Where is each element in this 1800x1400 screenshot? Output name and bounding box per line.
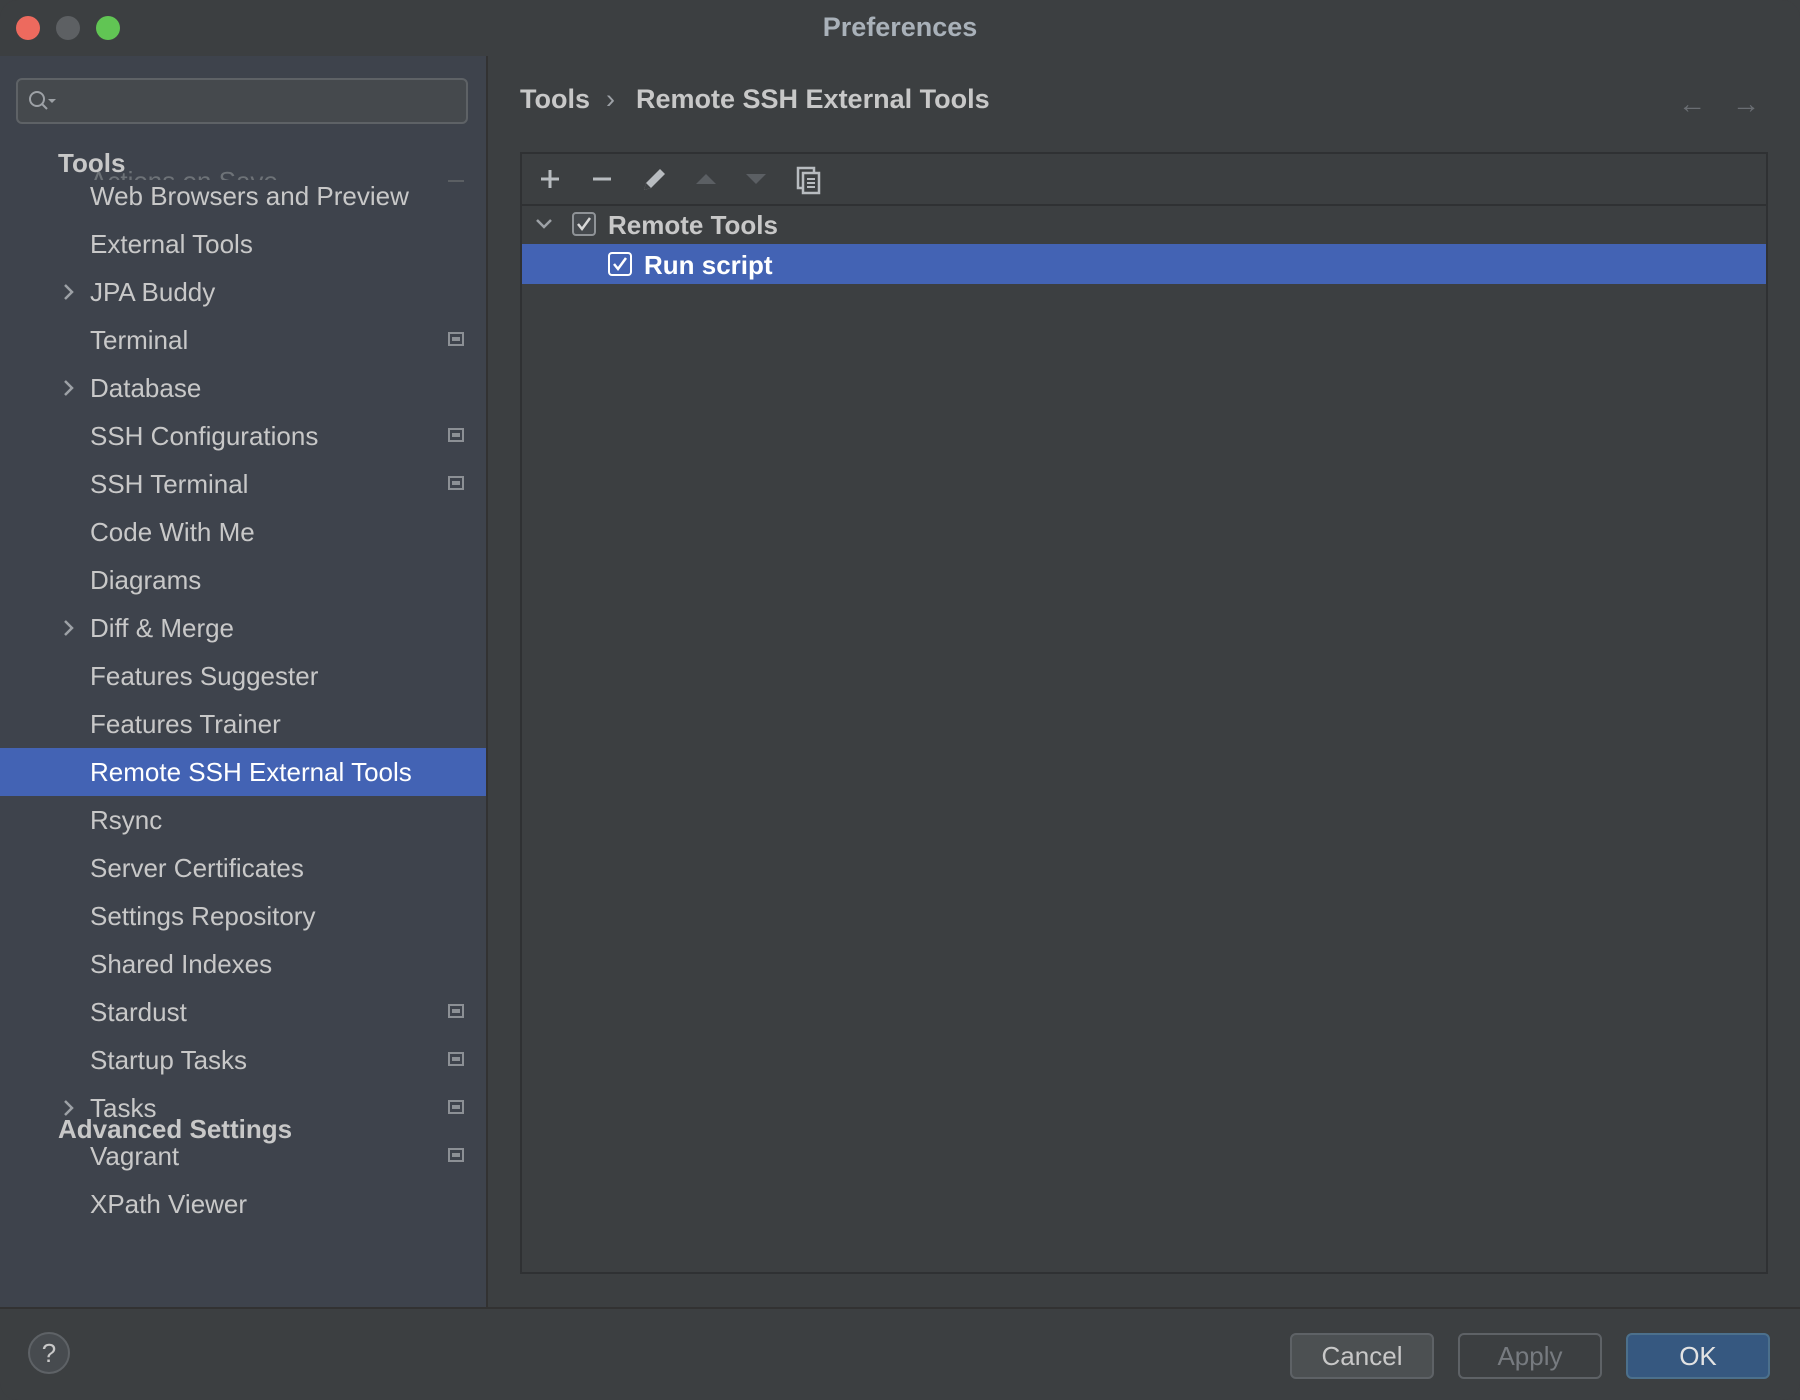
sidebar-item-label: Web Browsers and Preview [90, 181, 409, 212]
project-scope-icon [448, 1052, 464, 1066]
sidebar-item-label: Vagrant [90, 1141, 179, 1172]
tree-group-label: Remote Tools [608, 210, 778, 241]
edit-icon[interactable] [636, 162, 672, 196]
sidebar-item-xpath-viewer[interactable]: XPath Viewer [0, 1180, 486, 1228]
search-icon [28, 90, 58, 114]
chevron-down-icon[interactable] [534, 214, 554, 234]
sidebar-item-label: Rsync [90, 805, 162, 836]
project-scope-icon [448, 332, 464, 346]
add-icon[interactable] [532, 162, 568, 196]
chevron-right-icon[interactable] [58, 618, 78, 638]
sidebar-item-label: Code With Me [90, 517, 255, 548]
sidebar-item-label: Shared Indexes [90, 949, 272, 980]
sidebar-item-diagrams[interactable]: Diagrams [0, 556, 486, 604]
tools-panel: Remote Tools Run script [520, 152, 1768, 1274]
sidebar-item-label: JPA Buddy [90, 277, 215, 308]
project-scope-icon [448, 1004, 464, 1018]
apply-button[interactable]: Apply [1458, 1333, 1602, 1379]
sidebar-item-shared-indexes[interactable]: Shared Indexes [0, 940, 486, 988]
sidebar-item-ssh-configurations[interactable]: SSH Configurations [0, 412, 486, 460]
sidebar-item-code-with-me[interactable]: Code With Me [0, 508, 486, 556]
sidebar-item-terminal[interactable]: Terminal [0, 316, 486, 364]
run-script-checkbox[interactable] [608, 252, 632, 276]
tree-item-label: Run script [644, 250, 773, 281]
sidebar-item-label: Database [90, 373, 201, 404]
sidebar-item-label: Remote SSH External Tools [90, 757, 412, 788]
cancel-button[interactable]: Cancel [1290, 1333, 1434, 1379]
sidebar-item-label: External Tools [90, 229, 253, 260]
sidebar-item-settings-repository[interactable]: Settings Repository [0, 892, 486, 940]
page-title: Remote SSH External Tools [636, 84, 990, 115]
project-scope-icon [448, 476, 464, 490]
sidebar-item-features-suggester[interactable]: Features Suggester [0, 652, 486, 700]
sidebar-item-label: Settings Repository [90, 901, 315, 932]
settings-sidebar: Actions on Save Tools Web Browsers and P… [0, 56, 488, 1307]
sidebar-item-label: Diagrams [90, 565, 201, 596]
sidebar-item-external-tools[interactable]: External Tools [0, 220, 486, 268]
tree-item-run-script[interactable]: Run script [522, 244, 1766, 284]
sidebar-item-ssh-terminal[interactable]: SSH Terminal [0, 460, 486, 508]
tools-toolbar [522, 154, 1766, 206]
dialog-footer: ? Cancel Apply OK [0, 1307, 1800, 1400]
back-arrow-icon[interactable]: ← [1678, 88, 1706, 120]
sidebar-item-label: Stardust [90, 997, 187, 1028]
sidebar-item-label: Startup Tasks [90, 1045, 247, 1076]
breadcrumb-parent[interactable]: Tools [520, 84, 590, 115]
project-scope-icon [448, 1100, 464, 1114]
project-scope-icon [448, 428, 464, 442]
checkmark-icon [611, 255, 629, 273]
sidebar-item-remote-ssh-external-tools[interactable]: Remote SSH External Tools [0, 748, 486, 796]
sidebar-item-label: SSH Configurations [90, 421, 318, 452]
sidebar-item-web-browsers-and-preview[interactable]: Web Browsers and Preview [0, 172, 486, 220]
chevron-right-icon[interactable] [58, 378, 78, 398]
preferences-window: Preferences Actions on Save Tools Web Br… [0, 0, 1800, 1400]
sidebar-item-diff-merge[interactable]: Diff & Merge [0, 604, 486, 652]
breadcrumb-separator-icon: › [606, 84, 615, 115]
sidebar-item-startup-tasks[interactable]: Startup Tasks [0, 1036, 486, 1084]
remote-tools-checkbox[interactable] [572, 212, 596, 236]
checkmark-icon [575, 215, 593, 233]
title-bar: Preferences [0, 0, 1800, 56]
sidebar-item-label: Diff & Merge [90, 613, 234, 644]
sidebar-item-stardust[interactable]: Stardust [0, 988, 486, 1036]
search-input[interactable] [16, 78, 468, 124]
tree-group-remote-tools[interactable]: Remote Tools [522, 204, 1766, 244]
sidebar-item-rsync[interactable]: Rsync [0, 796, 486, 844]
sidebar-item-jpa-buddy[interactable]: JPA Buddy [0, 268, 486, 316]
sidebar-item-label: SSH Terminal [90, 469, 248, 500]
project-scope-icon [448, 1148, 464, 1162]
window-title: Preferences [0, 12, 1800, 43]
sidebar-item-server-certificates[interactable]: Server Certificates [0, 844, 486, 892]
help-button[interactable]: ? [28, 1332, 70, 1374]
copy-icon[interactable] [790, 162, 826, 196]
sidebar-item-database[interactable]: Database [0, 364, 486, 412]
sidebar-item-label: Features Trainer [90, 709, 281, 740]
move-down-icon [738, 162, 774, 196]
sidebar-section-advanced-settings[interactable]: Advanced Settings [58, 1114, 292, 1145]
ok-button[interactable]: OK [1626, 1333, 1770, 1379]
remove-icon[interactable] [584, 162, 620, 196]
chevron-right-icon[interactable] [58, 282, 78, 302]
move-up-icon [688, 162, 724, 196]
sidebar-item-label: Server Certificates [90, 853, 304, 884]
sidebar-item-label: XPath Viewer [90, 1189, 247, 1220]
sidebar-item-label: Terminal [90, 325, 188, 356]
sidebar-item-label: Features Suggester [90, 661, 318, 692]
sidebar-item-features-trainer[interactable]: Features Trainer [0, 700, 486, 748]
forward-arrow-icon[interactable]: → [1732, 88, 1760, 120]
